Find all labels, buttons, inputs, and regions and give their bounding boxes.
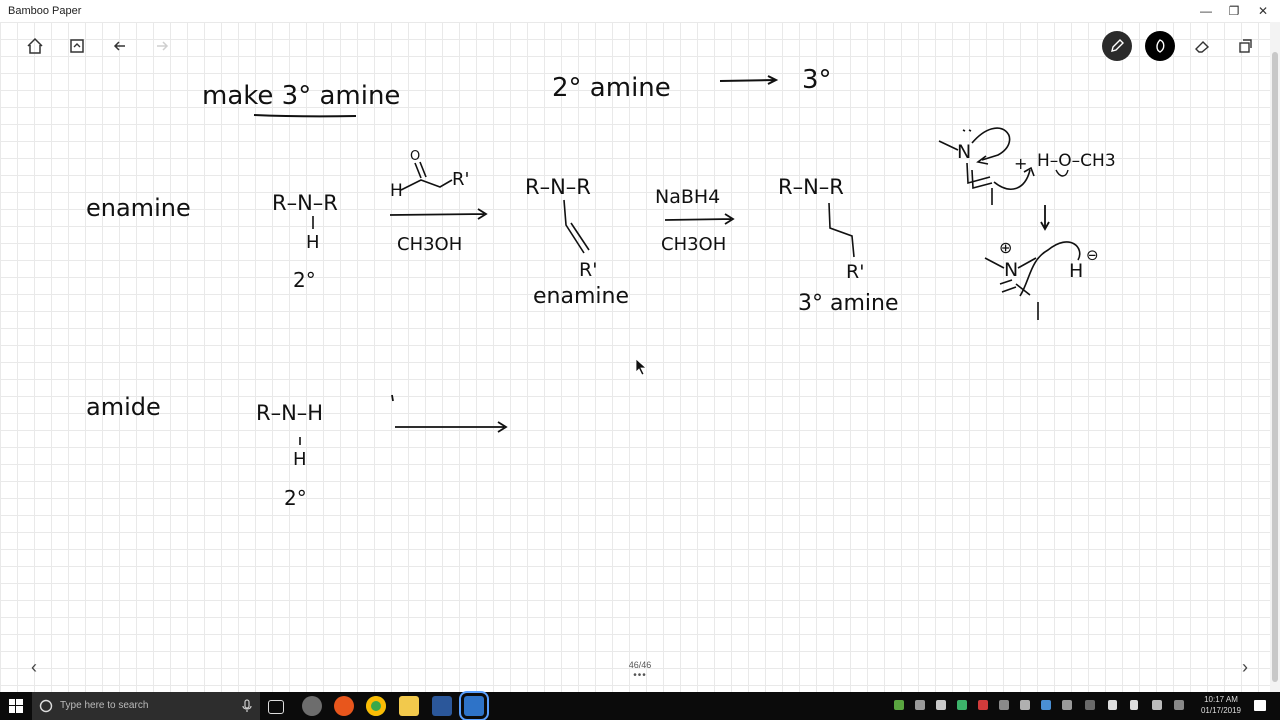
task-view-icon[interactable] bbox=[268, 700, 284, 714]
start-button[interactable] bbox=[0, 692, 32, 720]
notebook-icon bbox=[70, 39, 84, 53]
eraser-icon bbox=[1195, 41, 1210, 53]
tray-app-10-icon[interactable] bbox=[1085, 700, 1095, 710]
taskbar-clock[interactable]: 10:17 AM 01/17/2019 bbox=[1196, 694, 1246, 716]
tray-app-8-icon[interactable] bbox=[1041, 700, 1051, 710]
page-indicator: 46/46 bbox=[628, 660, 652, 670]
redo-button[interactable] bbox=[147, 31, 177, 61]
taskbar-app-1-icon[interactable] bbox=[302, 696, 322, 716]
previous-page-button[interactable]: ‹ bbox=[22, 655, 46, 679]
redo-icon bbox=[157, 41, 169, 51]
network-icon[interactable] bbox=[1108, 700, 1117, 710]
vertical-scrollbar[interactable] bbox=[1270, 22, 1280, 692]
tray-app-3-icon[interactable] bbox=[936, 700, 946, 710]
notebook-button[interactable] bbox=[62, 31, 92, 61]
tray-app-6-icon[interactable] bbox=[999, 700, 1009, 710]
undo-button[interactable] bbox=[105, 31, 135, 61]
next-page-button[interactable]: › bbox=[1233, 655, 1257, 679]
word-icon[interactable] bbox=[432, 696, 452, 716]
pen-icon bbox=[1111, 39, 1124, 52]
bamboo-paper-taskbar-icon[interactable] bbox=[459, 691, 489, 720]
app-title: Bamboo Paper bbox=[8, 5, 82, 17]
keyboard-icon[interactable] bbox=[1174, 700, 1184, 710]
volume-icon[interactable] bbox=[1130, 700, 1138, 710]
scrollbar-thumb[interactable] bbox=[1272, 52, 1278, 682]
mouse-pointer-icon bbox=[635, 358, 648, 376]
taskbar-search-box[interactable]: Type here to search bbox=[32, 692, 260, 720]
firefox-icon[interactable] bbox=[334, 696, 354, 716]
undo-icon bbox=[113, 41, 125, 51]
tray-app-1-icon[interactable] bbox=[894, 700, 904, 710]
microphone-icon[interactable] bbox=[242, 699, 252, 713]
tray-app-9-icon[interactable] bbox=[1062, 700, 1072, 710]
page-options-button[interactable]: ••• bbox=[610, 670, 670, 681]
home-button[interactable] bbox=[20, 31, 50, 61]
windows-logo-icon bbox=[9, 699, 23, 713]
file-explorer-icon[interactable] bbox=[399, 696, 419, 716]
search-icon bbox=[39, 699, 53, 713]
windows-taskbar: Type here to search 10:17 AM 01/17/2019 bbox=[0, 691, 1280, 720]
close-button[interactable]: ✕ bbox=[1246, 0, 1280, 22]
chrome-icon[interactable] bbox=[366, 696, 386, 716]
copy-page-button[interactable] bbox=[1230, 31, 1260, 61]
home-icon bbox=[27, 37, 43, 54]
notebook-canvas[interactable] bbox=[0, 22, 1270, 692]
search-placeholder: Type here to search bbox=[60, 700, 149, 711]
tray-app-5-icon[interactable] bbox=[978, 700, 988, 710]
ink-color-button[interactable] bbox=[1145, 31, 1175, 61]
copy-icon bbox=[1239, 39, 1252, 53]
ink-color-icon bbox=[1156, 39, 1165, 53]
title-bar: Bamboo Paper — ❐ ✕ bbox=[0, 0, 1280, 22]
pen-tool-button[interactable] bbox=[1102, 31, 1132, 61]
action-center-icon[interactable] bbox=[1254, 700, 1266, 711]
clock-date: 01/17/2019 bbox=[1200, 706, 1242, 715]
clock-time: 10:17 AM bbox=[1204, 695, 1238, 704]
tray-app-7-icon[interactable] bbox=[1020, 700, 1030, 710]
eraser-tool-button[interactable] bbox=[1187, 31, 1217, 61]
pen-workspace-icon[interactable] bbox=[1152, 700, 1162, 710]
tray-app-4-icon[interactable] bbox=[957, 700, 967, 710]
tray-app-2-icon[interactable] bbox=[915, 700, 925, 710]
